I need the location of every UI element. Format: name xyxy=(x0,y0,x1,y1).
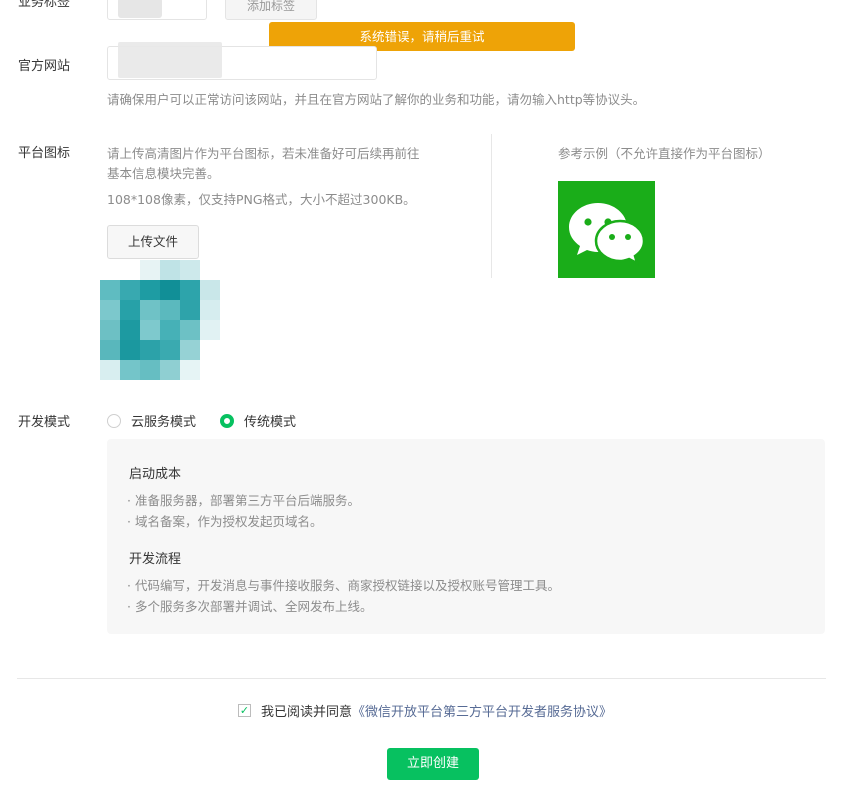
radio-label: 传统模式 xyxy=(244,415,297,430)
dev-mode-label: 开发模式 xyxy=(18,415,71,430)
radio-traditional-mode[interactable]: 传统模式 xyxy=(220,411,296,430)
platform-icon-desc-line2: 基本信息模块完善。 xyxy=(107,166,220,181)
platform-icon-label: 平台图标 xyxy=(18,146,71,161)
website-label: 官方网站 xyxy=(18,59,71,74)
platform-icon-spec: 108*108像素，仅支持PNG格式，大小不超过300KB。 xyxy=(107,192,416,207)
startup-cost-title: 启动成本 xyxy=(129,467,182,482)
agreement-checkbox[interactable]: ✓ xyxy=(238,704,251,717)
radio-checked-icon xyxy=(220,413,234,428)
redacted-website-value xyxy=(118,42,222,78)
upload-file-button[interactable]: 上传文件 xyxy=(107,225,199,259)
website-hint: 请确保用户可以正常访问该网站，并且在官方网站了解你的业务和功能，请勿输入http… xyxy=(107,92,646,107)
radio-circle-icon xyxy=(107,413,121,428)
checkmark-icon: ✓ xyxy=(239,704,250,717)
list-item: · 准备服务器，部署第三方平台后端服务。 xyxy=(127,493,360,508)
wechat-logo-icon xyxy=(558,181,655,278)
list-item: · 代码编写，开发消息与事件接收服务、商家授权链接以及授权账号管理工具。 xyxy=(127,578,560,593)
create-now-button[interactable]: 立即创建 xyxy=(387,748,479,780)
add-tag-button[interactable]: 添加标签 xyxy=(225,0,317,20)
list-item: · 域名备案，作为授权发起页域名。 xyxy=(127,514,323,529)
list-item: · 多个服务多次部署并调试、全网发布上线。 xyxy=(127,599,373,614)
footer-divider xyxy=(17,678,826,679)
redacted-tag-value xyxy=(118,0,162,18)
platform-icon-desc-line1: 请上传高清图片作为平台图标，若未准备好可后续再前往 xyxy=(107,146,420,161)
uploaded-icon-preview xyxy=(100,260,220,380)
agreement-text: 我已阅读并同意 xyxy=(261,705,353,720)
radio-cloud-service-mode[interactable]: 云服务模式 xyxy=(107,411,196,430)
business-tag-label: 业务标签 xyxy=(18,0,71,10)
dev-mode-info-panel: 启动成本 · 准备服务器，部署第三方平台后端服务。 · 域名备案，作为授权发起页… xyxy=(107,439,825,634)
reference-example-title: 参考示例（不允许直接作为平台图标） xyxy=(558,146,771,161)
icon-section-divider xyxy=(491,134,492,278)
radio-label: 云服务模式 xyxy=(131,415,197,430)
agreement-link[interactable]: 《微信开放平台第三方平台开发者服务协议》 xyxy=(352,701,612,720)
agreement-row: ✓ 我已阅读并同意 《微信开放平台第三方平台开发者服务协议》 xyxy=(238,701,612,720)
dev-flow-title: 开发流程 xyxy=(129,552,182,567)
